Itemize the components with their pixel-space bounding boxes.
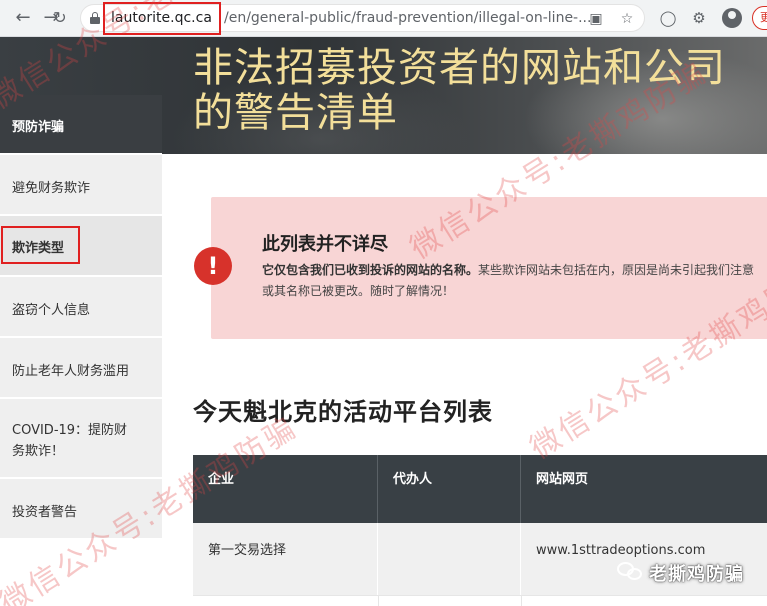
- sidebar-highlight-box: [1, 226, 80, 264]
- url-path: /en/general-public/fraud-prevention/ille…: [224, 10, 592, 26]
- sidebar-item-identity-theft[interactable]: 盗窃个人信息: [0, 277, 162, 338]
- table-row: [193, 595, 767, 606]
- sidebar-item-investor-warnings[interactable]: 投资者警告: [0, 479, 162, 540]
- url-highlight-box: [103, 2, 221, 35]
- section-title: 今天魁北克的活动平台列表: [193, 398, 493, 426]
- browser-toolbar: ← → ↻ lautorite.qc.ca /en/general-public…: [0, 0, 767, 37]
- sidebar-item-avoid-financial-fraud[interactable]: 避免财务欺诈: [0, 155, 162, 216]
- page-title: 非法招募投资者的网站和公司 的警告清单: [193, 45, 726, 136]
- shield-icon[interactable]: ◯: [658, 8, 678, 28]
- avatar-icon[interactable]: [722, 8, 742, 28]
- sidebar-item-elder-financial-abuse[interactable]: 防止老年人财务滥用: [0, 338, 162, 399]
- alert-title: 此列表并不详尽: [262, 234, 388, 255]
- lock-icon[interactable]: [90, 12, 100, 24]
- back-icon[interactable]: ←: [12, 7, 34, 29]
- reload-icon[interactable]: ↻: [49, 7, 71, 29]
- page: ← → ↻ lautorite.qc.ca /en/general-public…: [0, 0, 767, 606]
- translate-icon[interactable]: ▣: [586, 9, 606, 29]
- table-header: 企业 代办人 网站网页: [193, 455, 767, 523]
- wechat-icon: [617, 562, 643, 584]
- column-header-website: 网站网页: [536, 472, 589, 487]
- column-header-agent: 代办人: [378, 455, 521, 523]
- update-button[interactable]: 更: [752, 6, 767, 30]
- exclamation-icon: !: [194, 247, 232, 285]
- puzzle-icon[interactable]: ⚙: [689, 8, 709, 28]
- cell-company: 第一交易选择: [193, 523, 378, 595]
- cell-agent: [378, 523, 521, 595]
- sidebar-item-fraud-prevention[interactable]: 预防诈骗: [0, 95, 162, 155]
- sidebar-item-covid-fraud[interactable]: COVID-19：提防财 务欺诈！: [0, 399, 162, 479]
- star-icon[interactable]: ☆: [617, 9, 637, 29]
- alert-body: 它仅包含我们已收到投诉的网站的名称。某些欺诈网站未包括在内，原因是尚未引起我们注…: [262, 263, 755, 298]
- watermark-brand: 老撕鸡防骗: [617, 558, 744, 588]
- column-header-company: 企业: [193, 455, 378, 523]
